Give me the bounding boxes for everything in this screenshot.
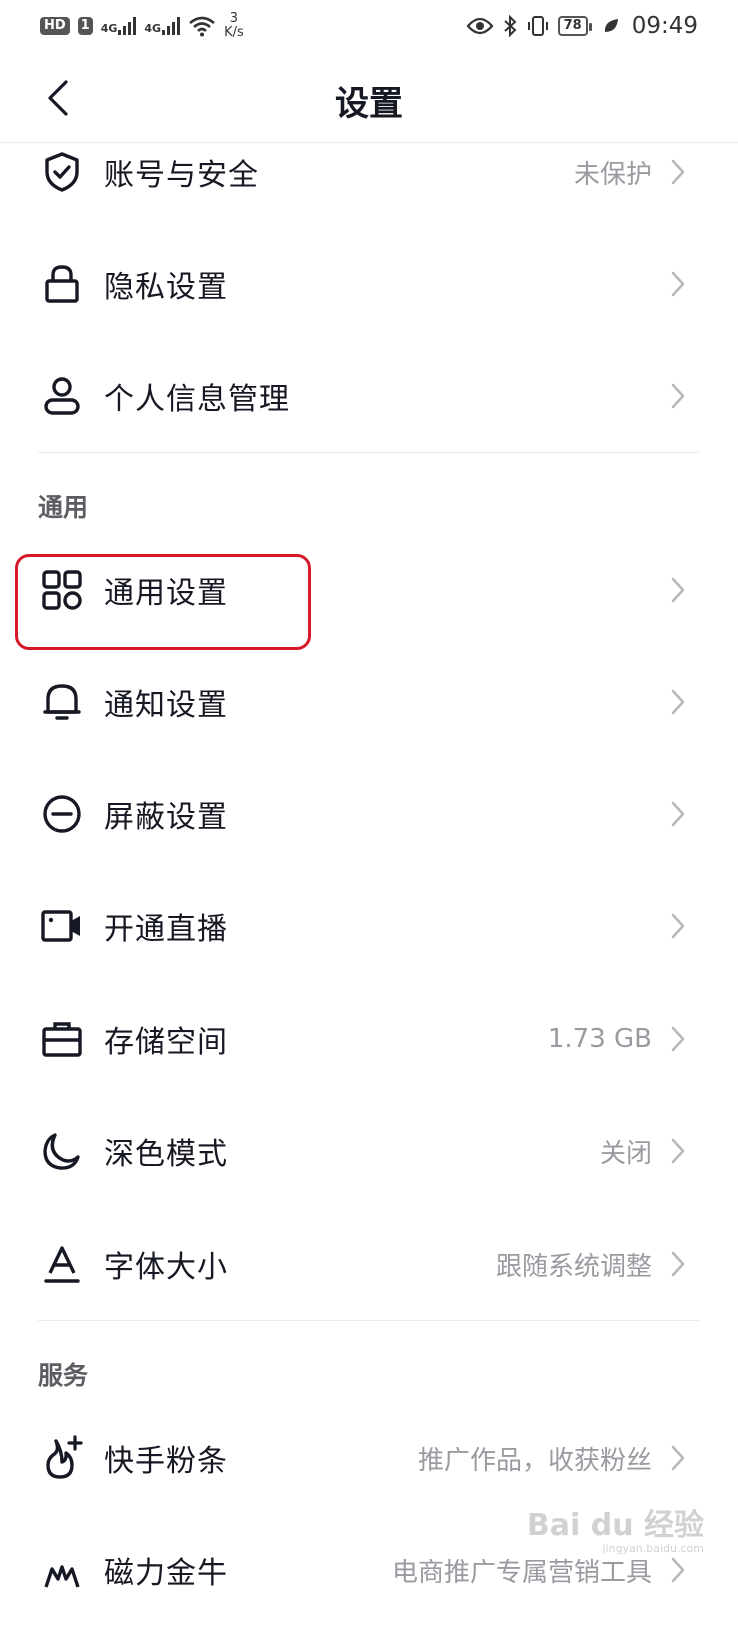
- chevron-right-icon: [668, 268, 688, 300]
- settings-row-fans-promotion[interactable]: 快手粉条 推广作品，收获粉丝: [0, 1402, 738, 1514]
- row-label: 账号与安全: [104, 158, 259, 193]
- status-bar: HD 1 4G 4G 3 K/s 78 09:49: [0, 0, 738, 52]
- status-right: 78 09:49: [466, 13, 698, 39]
- eye-icon: [466, 17, 494, 35]
- apps-grid-icon: [40, 568, 84, 612]
- row-label: 字体大小: [104, 1250, 228, 1285]
- row-label: 通用设置: [104, 576, 228, 611]
- signal-bars-icon: [118, 17, 137, 35]
- net-speed-value: 3: [229, 11, 239, 26]
- shield-check-icon: [40, 150, 84, 194]
- row-label: 隐私设置: [104, 270, 228, 305]
- row-label: 通知设置: [104, 688, 228, 723]
- row-value: 1.73 GB: [547, 1024, 652, 1054]
- bluetooth-icon: [503, 14, 517, 38]
- clock: 09:49: [631, 13, 698, 39]
- chevron-right-icon: [668, 156, 688, 188]
- row-label: 快手粉条: [104, 1444, 228, 1479]
- network-type-2: 4G: [144, 22, 162, 35]
- settings-row-storage[interactable]: 存储空间 1.73 GB: [0, 983, 738, 1095]
- sim-index: 1: [77, 17, 93, 35]
- settings-row-live[interactable]: 开通直播: [0, 870, 738, 982]
- fire-plus-icon: [40, 1435, 84, 1480]
- net-speed: 3 K/s: [224, 12, 244, 40]
- section-title-general: 通用: [38, 493, 89, 522]
- network-type-1: 4G: [100, 22, 118, 35]
- chevron-right-icon: [668, 1023, 688, 1055]
- settings-row-font-size[interactable]: 字体大小 跟随系统调整: [0, 1208, 738, 1320]
- net-speed-unit: K/s: [224, 25, 244, 40]
- chevron-right-icon: [668, 1554, 688, 1586]
- toolbox-icon: [40, 1017, 84, 1061]
- chevron-right-icon: [668, 1442, 688, 1474]
- row-label: 开通直播: [104, 912, 228, 947]
- wifi-icon: [189, 16, 215, 37]
- settings-row-block[interactable]: 屏蔽设置: [0, 758, 738, 870]
- settings-row-privacy[interactable]: 隐私设置: [0, 228, 738, 340]
- row-label: 屏蔽设置: [104, 800, 228, 835]
- settings-row-account-security[interactable]: 账号与安全 未保护: [0, 116, 738, 228]
- status-left: HD 1 4G 4G 3 K/s: [40, 12, 244, 40]
- row-value: 推广作品，收获粉丝: [417, 1445, 652, 1476]
- user-icon: [40, 374, 84, 418]
- leaf-icon: [604, 19, 618, 32]
- chevron-right-icon: [668, 798, 688, 830]
- row-value: 未保护: [573, 159, 652, 190]
- video-camera-icon: [40, 904, 84, 948]
- section-title-service: 服务: [38, 1361, 89, 1390]
- row-label: 个人信息管理: [104, 382, 290, 417]
- vibrate-icon: [527, 16, 548, 36]
- baidu-watermark: Bai du 经验 jingyan.baidu.com: [527, 1500, 704, 1555]
- settings-row-general[interactable]: 通用设置: [0, 534, 738, 646]
- row-label: 深色模式: [104, 1137, 228, 1172]
- chevron-right-icon: [668, 1135, 688, 1167]
- magnet-icon: [40, 1548, 84, 1592]
- section-divider: [38, 1320, 700, 1321]
- row-value: 关闭: [599, 1138, 652, 1169]
- minus-circle-icon: [40, 792, 84, 836]
- watermark-text: Bai du 经验: [526, 1508, 704, 1543]
- chevron-right-icon: [668, 910, 688, 942]
- font-size-icon: [40, 1242, 84, 1286]
- signal-bars-icon: [162, 17, 181, 35]
- chevron-right-icon: [668, 686, 688, 718]
- moon-icon: [40, 1129, 84, 1173]
- row-label: 存储空间: [104, 1025, 228, 1060]
- settings-row-notification[interactable]: 通知设置: [0, 646, 738, 758]
- bell-icon: [40, 680, 84, 724]
- chevron-right-icon: [668, 1248, 688, 1280]
- hd-badge: HD: [40, 17, 70, 35]
- settings-row-dark-mode[interactable]: 深色模式 关闭: [0, 1095, 738, 1207]
- row-value: 电商推广专属营销工具: [391, 1557, 652, 1588]
- signal-2: 4G: [144, 17, 181, 35]
- lock-icon: [40, 262, 84, 306]
- row-value: 跟随系统调整: [495, 1251, 652, 1282]
- settings-row-personal-info[interactable]: 个人信息管理: [0, 340, 738, 452]
- section-divider: [38, 452, 700, 453]
- battery-level: 78: [557, 16, 592, 36]
- watermark-sub: jingyan.baidu.com: [602, 1542, 704, 1555]
- chevron-right-icon: [668, 574, 688, 606]
- signal-1: 4G: [101, 17, 137, 35]
- chevron-right-icon: [668, 380, 688, 412]
- row-label: 磁力金牛: [104, 1556, 228, 1591]
